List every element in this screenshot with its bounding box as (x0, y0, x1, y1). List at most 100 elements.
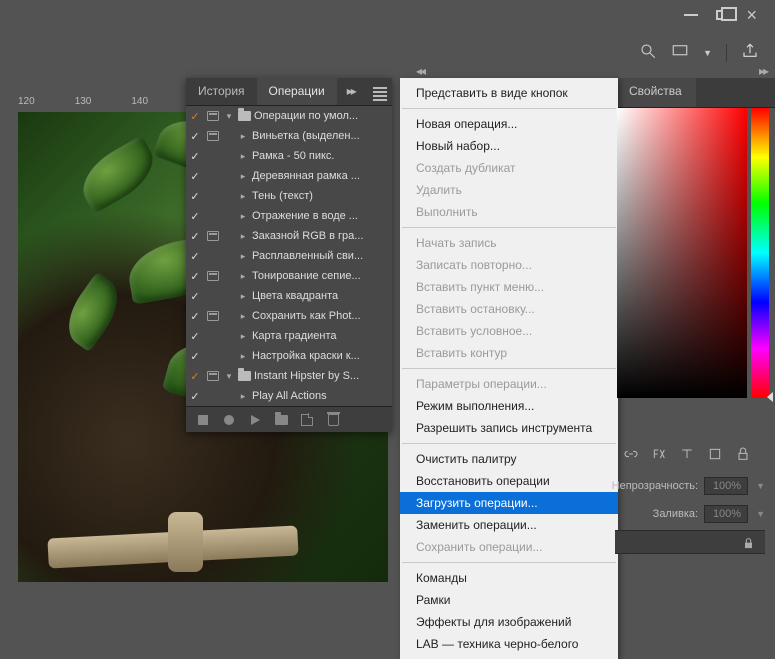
lock-all-icon[interactable] (739, 534, 757, 552)
fill-field[interactable]: 100% (704, 505, 748, 523)
menu-item[interactable]: Режим выполнения... (400, 395, 618, 417)
action-row[interactable]: ✓▸Заказной RGB в гра... (186, 226, 392, 246)
dialog-toggle-icon[interactable] (204, 111, 222, 121)
toggle-check-icon[interactable]: ✓ (186, 190, 204, 203)
action-row[interactable]: ✓▸Карта градиента (186, 326, 392, 346)
disclosure-arrow-icon[interactable]: ▸ (222, 251, 250, 262)
disclosure-arrow-icon[interactable]: ▸ (222, 171, 250, 182)
tab-history[interactable]: История (186, 78, 257, 105)
disclosure-arrow-icon[interactable]: ▸ (222, 191, 250, 202)
action-set-row[interactable]: ✓▾Instant Hipster by S... (186, 366, 392, 386)
toggle-check-icon[interactable]: ✓ (186, 290, 204, 303)
dialog-toggle-icon[interactable] (204, 231, 222, 241)
trash-icon[interactable] (326, 413, 340, 427)
toggle-check-icon[interactable]: ✓ (186, 230, 204, 243)
toggle-check-icon[interactable]: ✓ (186, 270, 204, 283)
menu-item[interactable]: Команды (400, 567, 618, 589)
dropdown-caret-icon[interactable]: ▼ (703, 48, 712, 58)
window-minimize-icon[interactable] (684, 14, 698, 16)
new-action-icon[interactable] (300, 413, 314, 427)
dialog-toggle-icon[interactable] (204, 311, 222, 321)
folder-icon (236, 371, 252, 381)
action-row[interactable]: ✓▸Виньетка (выделен... (186, 126, 392, 146)
menu-item[interactable]: Восстановить операции (400, 470, 618, 492)
action-row[interactable]: ✓▸Тонирование сепие... (186, 266, 392, 286)
dialog-toggle-icon[interactable] (204, 371, 222, 381)
toggle-check-icon[interactable]: ✓ (186, 310, 204, 323)
disclosure-arrow-icon[interactable]: ▸ (222, 291, 250, 302)
menu-item: Создать дубликат (400, 157, 618, 179)
disclosure-arrow-icon[interactable]: ▸ (222, 131, 250, 142)
toggle-check-icon[interactable]: ✓ (186, 130, 204, 143)
panel-menu-icon[interactable] (365, 78, 395, 105)
menu-item[interactable]: Эффекты для изображений (400, 611, 618, 633)
search-icon[interactable] (639, 42, 657, 65)
action-row[interactable]: ✓▸Отражение в воде ... (186, 206, 392, 226)
action-set-row[interactable]: ✓▾Операции по умол... (186, 106, 392, 126)
menu-item[interactable]: Загрузить операции... (400, 492, 618, 514)
menu-item[interactable]: Представить в виде кнопок (400, 82, 618, 104)
action-row[interactable]: ✓▸Сохранить как Phot... (186, 306, 392, 326)
tab-actions[interactable]: Операции (257, 78, 337, 105)
action-row[interactable]: ✓▸Расплавленный сви... (186, 246, 392, 266)
hue-slider-thumb-icon[interactable] (767, 392, 773, 402)
share-icon[interactable] (741, 42, 759, 65)
disclosure-arrow-icon[interactable]: ▸ (222, 271, 250, 282)
menu-item[interactable]: Разрешить запись инструмента (400, 417, 618, 439)
stop-icon[interactable] (196, 413, 210, 427)
dropdown-caret-icon[interactable]: ▼ (754, 509, 765, 519)
menu-item[interactable]: Заменить операции... (400, 514, 618, 536)
disclosure-arrow-icon[interactable]: ▸ (222, 231, 250, 242)
disclosure-arrow-icon[interactable]: ▸ (222, 391, 250, 402)
toggle-check-icon[interactable]: ✓ (186, 210, 204, 223)
action-row[interactable]: ✓▸Play All Actions (186, 386, 392, 406)
play-icon[interactable] (248, 413, 262, 427)
link-icon[interactable] (623, 446, 639, 467)
panel-collapse-icon[interactable]: ◂◂ (416, 64, 424, 78)
record-icon[interactable] (222, 413, 236, 427)
menu-item[interactable]: Очистить палитру (400, 448, 618, 470)
disclosure-arrow-icon[interactable]: ▸ (222, 151, 250, 162)
toggle-check-icon[interactable]: ✓ (186, 170, 204, 183)
tab-properties[interactable]: Свойства (615, 78, 696, 107)
disclosure-arrow-icon[interactable]: ▾ (222, 111, 236, 122)
dialog-toggle-icon[interactable] (204, 131, 222, 141)
toggle-check-icon[interactable]: ✓ (186, 110, 204, 123)
disclosure-arrow-icon[interactable]: ▸ (222, 311, 250, 322)
toggle-check-icon[interactable]: ✓ (186, 370, 204, 383)
action-row[interactable]: ✓▸Тень (текст) (186, 186, 392, 206)
crop-icon[interactable] (707, 446, 723, 467)
opacity-field[interactable]: 100% (704, 477, 748, 495)
action-row[interactable]: ✓▸Цвета квадранта (186, 286, 392, 306)
action-label: Деревянная рамка ... (250, 170, 388, 182)
disclosure-arrow-icon[interactable]: ▸ (222, 351, 250, 362)
disclosure-arrow-icon[interactable]: ▾ (222, 371, 236, 382)
fx-icon[interactable] (651, 446, 667, 467)
action-row[interactable]: ✓ ▸Деревянная рамка ... (186, 166, 392, 186)
action-row[interactable]: ✓▸Рамка - 50 пикс. (186, 146, 392, 166)
window-maximize-icon[interactable] (716, 10, 728, 20)
panel-overflow-icon[interactable]: ▸▸ (337, 78, 365, 105)
color-picker-field[interactable] (617, 108, 747, 398)
menu-item[interactable]: Новый набор... (400, 135, 618, 157)
disclosure-arrow-icon[interactable]: ▸ (222, 331, 250, 342)
new-set-icon[interactable] (274, 413, 288, 427)
action-row[interactable]: ✓▸Настройка краски к... (186, 346, 392, 366)
toggle-check-icon[interactable]: ✓ (186, 350, 204, 363)
lock-mini-icon[interactable] (735, 446, 751, 467)
toggle-check-icon[interactable]: ✓ (186, 150, 204, 163)
toggle-check-icon[interactable]: ✓ (186, 330, 204, 343)
hue-slider[interactable] (751, 108, 769, 398)
menu-item[interactable]: LAB — техника черно-белого (400, 633, 618, 655)
menu-item[interactable]: Рамки (400, 589, 618, 611)
dropdown-caret-icon[interactable]: ▼ (754, 481, 765, 491)
dialog-toggle-icon[interactable] (204, 271, 222, 281)
screen-mode-icon[interactable] (671, 42, 689, 65)
toggle-check-icon[interactable]: ✓ (186, 390, 204, 403)
panel-overflow-icon[interactable]: ▸▸ (759, 64, 767, 78)
window-close-icon[interactable]: × (746, 5, 757, 26)
disclosure-arrow-icon[interactable]: ▸ (222, 211, 250, 222)
menu-item[interactable]: Новая операция... (400, 113, 618, 135)
type-icon[interactable] (679, 446, 695, 467)
toggle-check-icon[interactable]: ✓ (186, 250, 204, 263)
